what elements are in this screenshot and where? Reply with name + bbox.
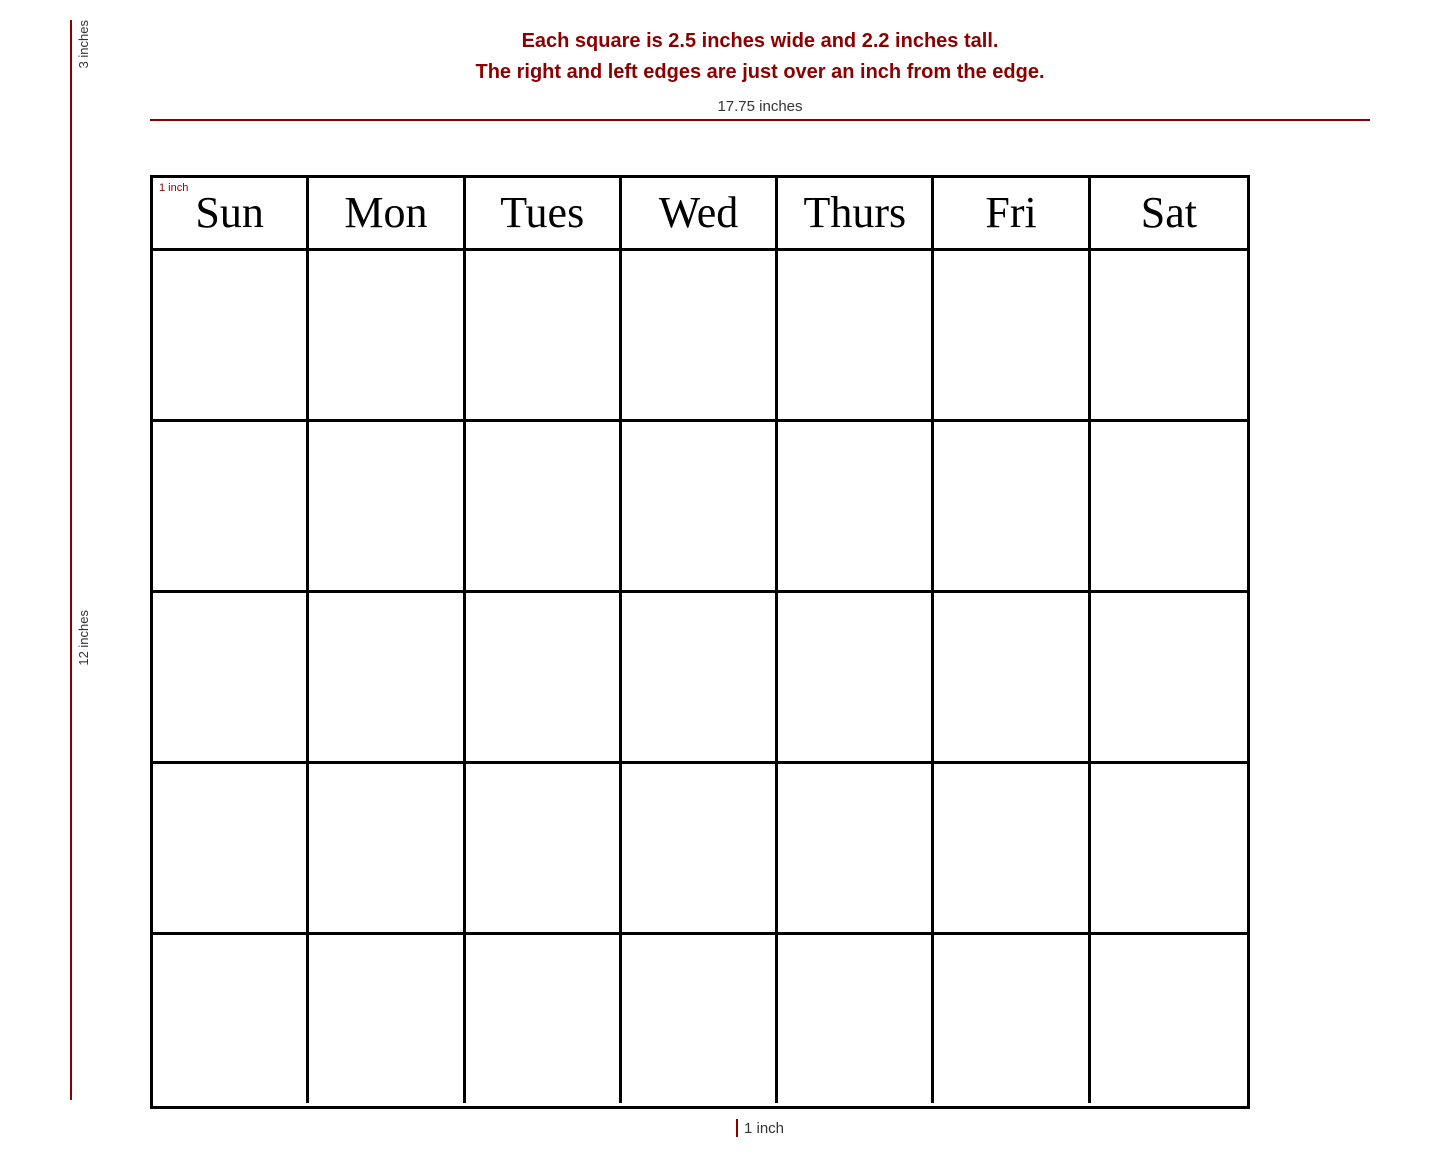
list-item [466,251,622,419]
info-line1: Each square is 2.5 inches wide and 2.2 i… [522,30,999,53]
list-item [934,422,1090,590]
list-item [622,251,778,419]
list-item [153,764,309,932]
day-tues: Tues [500,191,584,235]
day-wed: Wed [659,191,739,235]
list-item [1091,935,1247,1103]
header-tues: Tues [466,178,622,248]
list-item [778,593,934,761]
list-item [1091,593,1247,761]
list-item [466,422,622,590]
main-ruler-label: 12 inches [76,610,91,666]
list-item [934,764,1090,932]
header-mon: Mon [309,178,465,248]
calendar-header: 1 inch Sun Mon Tues Wed Thurs [153,178,1247,251]
day-sun: Sun [195,191,263,235]
main-ruler-line [70,175,72,1100]
bottom-inch-label: 1 inch [744,1120,784,1137]
bottom-inch-tick [736,1119,738,1137]
calendar-body [153,251,1247,1106]
list-item [309,251,465,419]
header-wed: Wed [622,178,778,248]
list-item [778,764,934,932]
list-item [934,251,1090,419]
day-fri: Fri [985,191,1036,235]
list-item [309,935,465,1103]
list-item [153,935,309,1103]
list-item [934,593,1090,761]
list-item [466,593,622,761]
header-sat: Sat [1091,178,1247,248]
header-thurs: Thurs [778,178,934,248]
list-item [309,593,465,761]
sun-inch-label: 1 inch [159,182,188,194]
bottom-inch-container: 1 inch [150,1119,1370,1137]
table-row [153,593,1247,764]
header-sun: 1 inch Sun [153,178,309,248]
top-ruler-line [70,20,72,175]
width-ruler-line [150,119,1370,121]
list-item [153,422,309,590]
list-item [778,422,934,590]
list-item [153,593,309,761]
table-row [153,251,1247,422]
list-item [466,764,622,932]
table-row [153,764,1247,935]
header-fri: Fri [934,178,1090,248]
list-item [622,422,778,590]
list-item [622,593,778,761]
table-row [153,935,1247,1106]
list-item [309,422,465,590]
list-item [309,764,465,932]
list-item [934,935,1090,1103]
list-item [778,935,934,1103]
day-sat: Sat [1141,191,1197,235]
list-item [153,251,309,419]
info-line2: The right and left edges are just over a… [476,61,1045,84]
list-item [466,935,622,1103]
list-item [778,251,934,419]
list-item [622,764,778,932]
list-item [622,935,778,1103]
width-label: 17.75 inches [717,98,802,115]
top-ruler-label: 3 inches [76,20,91,68]
calendar: 1 inch Sun Mon Tues Wed Thurs [150,175,1250,1109]
list-item [1091,422,1247,590]
day-thurs: Thurs [803,191,906,235]
list-item [1091,764,1247,932]
list-item [1091,251,1247,419]
day-mon: Mon [344,191,427,235]
table-row [153,422,1247,593]
